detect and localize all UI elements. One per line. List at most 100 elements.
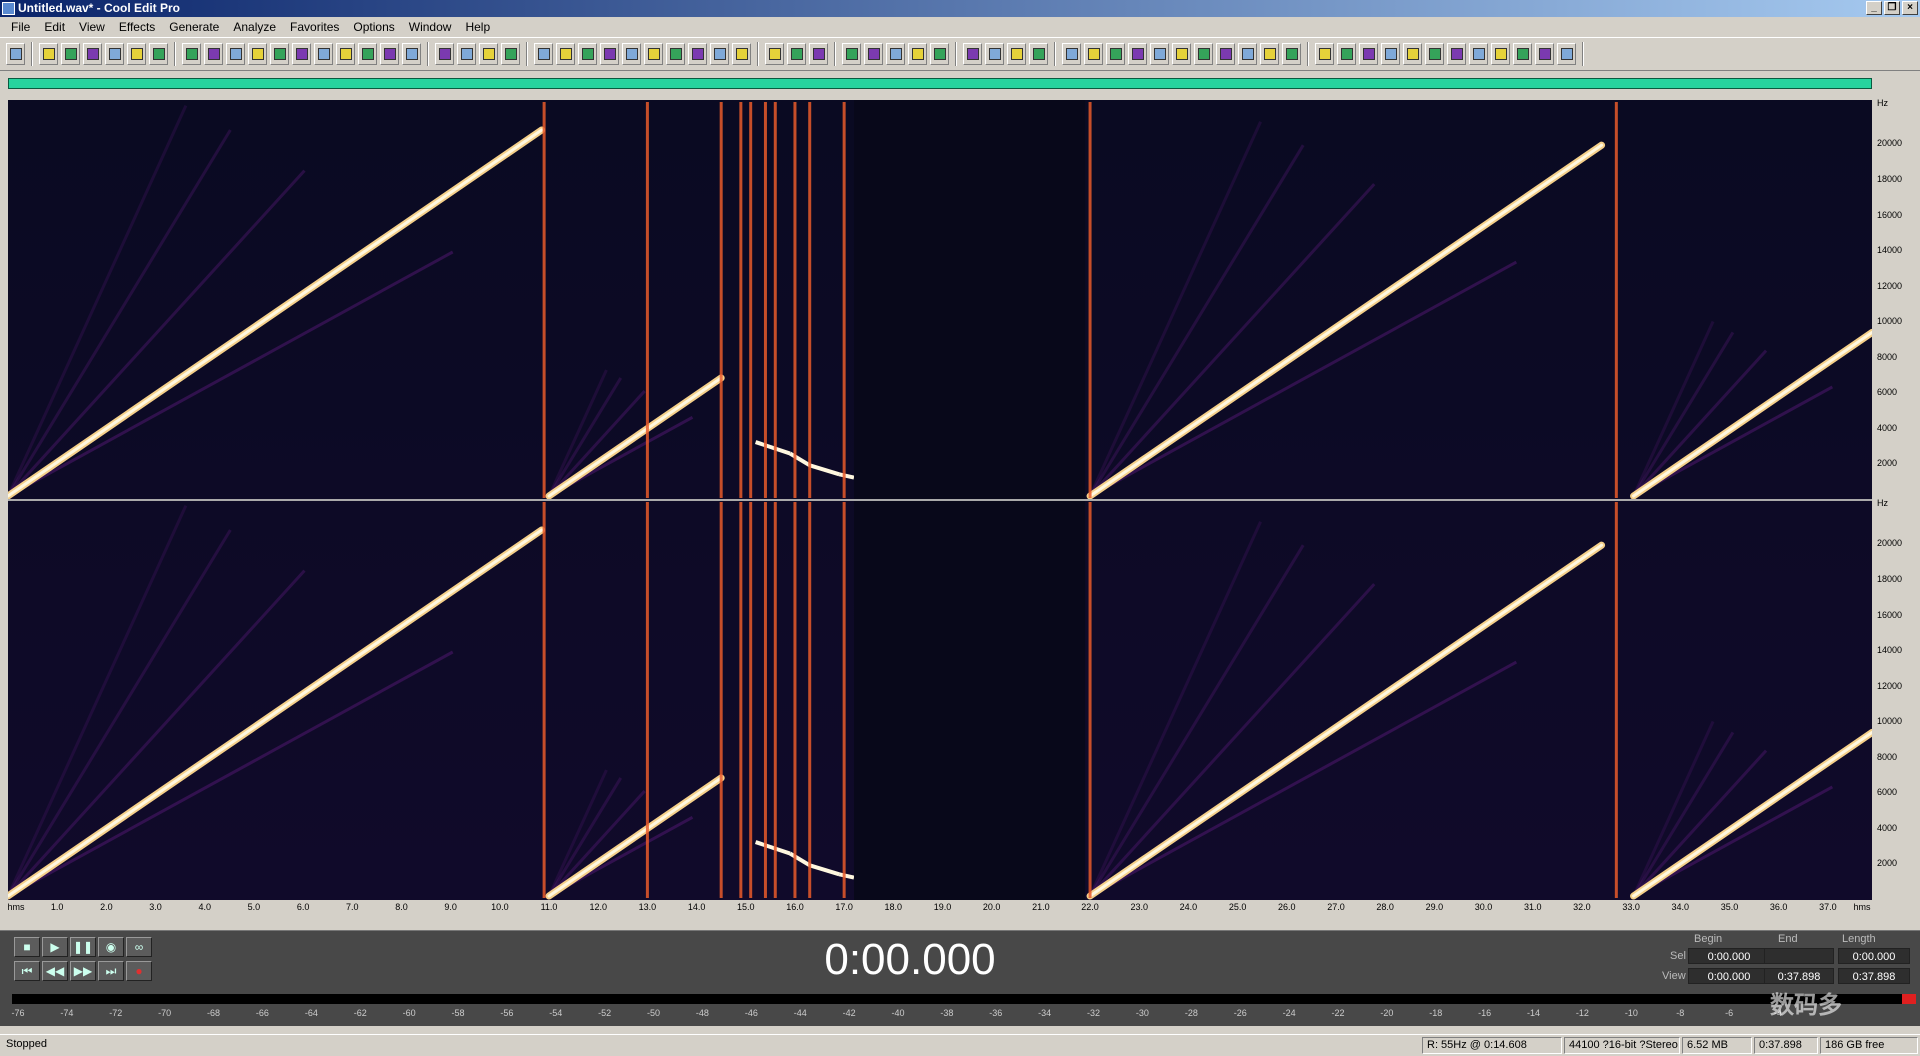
waveform-overview-bar[interactable]: [8, 78, 1872, 89]
sel-end-field[interactable]: [1764, 948, 1834, 964]
toolbar-button-21[interactable]: [501, 43, 520, 65]
toolbar-button-38[interactable]: [908, 43, 927, 65]
toolbar-button-5[interactable]: [127, 43, 146, 65]
sel-length-field[interactable]: 0:00.000: [1838, 948, 1910, 964]
toolbar-button-46[interactable]: [1106, 43, 1125, 65]
toolbar-button-62[interactable]: [1469, 43, 1488, 65]
toolbar-button-31[interactable]: [732, 43, 751, 65]
play-button[interactable]: ▶: [42, 937, 68, 957]
toolbar-button-40[interactable]: [963, 43, 982, 65]
toolbar-button-7[interactable]: [182, 43, 201, 65]
toolbar-button-18[interactable]: [435, 43, 454, 65]
toolbar-button-42[interactable]: [1007, 43, 1026, 65]
toolbar-button-41[interactable]: [985, 43, 1004, 65]
menu-edit[interactable]: Edit: [37, 20, 72, 34]
menu-file[interactable]: File: [4, 20, 37, 34]
toolbar-button-14[interactable]: [336, 43, 355, 65]
toolbar-button-64[interactable]: [1513, 43, 1532, 65]
toolbar-button-33[interactable]: [787, 43, 806, 65]
toolbar-button-45[interactable]: [1084, 43, 1103, 65]
menu-analyze[interactable]: Analyze: [226, 20, 283, 34]
toolbar-button-4[interactable]: [105, 43, 124, 65]
toolbar-button-58[interactable]: [1381, 43, 1400, 65]
toolbar-button-6[interactable]: [149, 43, 168, 65]
toolbar-button-15[interactable]: [358, 43, 377, 65]
toolbar-button-37[interactable]: [886, 43, 905, 65]
toolbar-button-35[interactable]: [842, 43, 861, 65]
toolbar-button-39[interactable]: [930, 43, 949, 65]
menu-window[interactable]: Window: [402, 20, 459, 34]
toolbar-button-19[interactable]: [457, 43, 476, 65]
toolbar-button-47[interactable]: [1128, 43, 1147, 65]
toolbar-button-22[interactable]: [534, 43, 553, 65]
toolbar-button-34[interactable]: [809, 43, 828, 65]
time-ruler[interactable]: hms 1.0 2.0 3.0 4.0 5.0 6.0 7.0 8.0 9.0 10.0 11.0 12…: [7, 900, 1872, 916]
toolbar-button-10[interactable]: [248, 43, 267, 65]
toolbar-button-43[interactable]: [1029, 43, 1048, 65]
toolbar-button-11[interactable]: [270, 43, 289, 65]
fast-forward-button[interactable]: ▶▶: [70, 961, 96, 981]
menu-options[interactable]: Options: [346, 20, 401, 34]
toolbar-button-52[interactable]: [1238, 43, 1257, 65]
toolbar-button-36[interactable]: [864, 43, 883, 65]
toolbar-button-16[interactable]: [380, 43, 399, 65]
toolbar-button-50[interactable]: [1194, 43, 1213, 65]
minimize-button[interactable]: _: [1866, 1, 1882, 15]
spectral-view[interactable]: [8, 100, 1872, 900]
toolbar-button-17[interactable]: [402, 43, 421, 65]
close-button[interactable]: ×: [1902, 1, 1918, 15]
toolbar-button-30[interactable]: [710, 43, 729, 65]
toolbar-button-49[interactable]: [1172, 43, 1191, 65]
pause-button[interactable]: ❚❚: [70, 937, 96, 957]
toolbar-button-1[interactable]: [39, 43, 58, 65]
toolbar-button-25[interactable]: [600, 43, 619, 65]
toolbar-button-53[interactable]: [1260, 43, 1279, 65]
record-button[interactable]: ●: [126, 961, 152, 981]
toolbar-button-44[interactable]: [1062, 43, 1081, 65]
toolbar-button-48[interactable]: [1150, 43, 1169, 65]
toolbar-button-60[interactable]: [1425, 43, 1444, 65]
toolbar-button-26[interactable]: [622, 43, 641, 65]
toolbar-button-20[interactable]: [479, 43, 498, 65]
toolbar-button-57[interactable]: [1359, 43, 1378, 65]
rewind-button[interactable]: ◀◀: [42, 961, 68, 981]
toolbar-button-13[interactable]: [314, 43, 333, 65]
meter-tick-label: -32: [1087, 1008, 1101, 1018]
sel-begin-field[interactable]: 0:00.000: [1688, 948, 1770, 964]
toolbar-button-63[interactable]: [1491, 43, 1510, 65]
menu-generate[interactable]: Generate: [162, 20, 226, 34]
play-to-end-button[interactable]: ◉: [98, 937, 124, 957]
stop-button[interactable]: ■: [14, 937, 40, 957]
go-to-start-button[interactable]: ⏮: [14, 961, 40, 981]
toolbar-button-61[interactable]: [1447, 43, 1466, 65]
menu-view[interactable]: View: [72, 20, 112, 34]
toolbar-button-29[interactable]: [688, 43, 707, 65]
toolbar-button-23[interactable]: [556, 43, 575, 65]
menu-favorites[interactable]: Favorites: [283, 20, 346, 34]
menu-help[interactable]: Help: [458, 20, 497, 34]
toolbar-button-65[interactable]: [1535, 43, 1554, 65]
toolbar-button-55[interactable]: [1315, 43, 1334, 65]
loop-button[interactable]: ∞: [126, 937, 152, 957]
toolbar-button-66[interactable]: [1557, 43, 1576, 65]
toolbar-button-28[interactable]: [666, 43, 685, 65]
restore-button[interactable]: ❐: [1884, 1, 1900, 15]
toolbar-button-32[interactable]: [765, 43, 784, 65]
toolbar-button-3[interactable]: [83, 43, 102, 65]
toolbar-button-27[interactable]: [644, 43, 663, 65]
menu-effects[interactable]: Effects: [112, 20, 162, 34]
toolbar-button-9[interactable]: [226, 43, 245, 65]
toolbar-button-2[interactable]: [61, 43, 80, 65]
view-length-field[interactable]: 0:37.898: [1838, 968, 1910, 984]
view-begin-field[interactable]: 0:00.000: [1688, 968, 1770, 984]
toolbar-button-0[interactable]: [6, 43, 25, 65]
toolbar-button-56[interactable]: [1337, 43, 1356, 65]
go-to-end-button[interactable]: ⏭: [98, 961, 124, 981]
toolbar-button-54[interactable]: [1282, 43, 1301, 65]
toolbar-button-24[interactable]: [578, 43, 597, 65]
toolbar-button-12[interactable]: [292, 43, 311, 65]
view-end-field[interactable]: 0:37.898: [1764, 968, 1834, 984]
toolbar-button-51[interactable]: [1216, 43, 1235, 65]
toolbar-button-8[interactable]: [204, 43, 223, 65]
toolbar-button-59[interactable]: [1403, 43, 1422, 65]
